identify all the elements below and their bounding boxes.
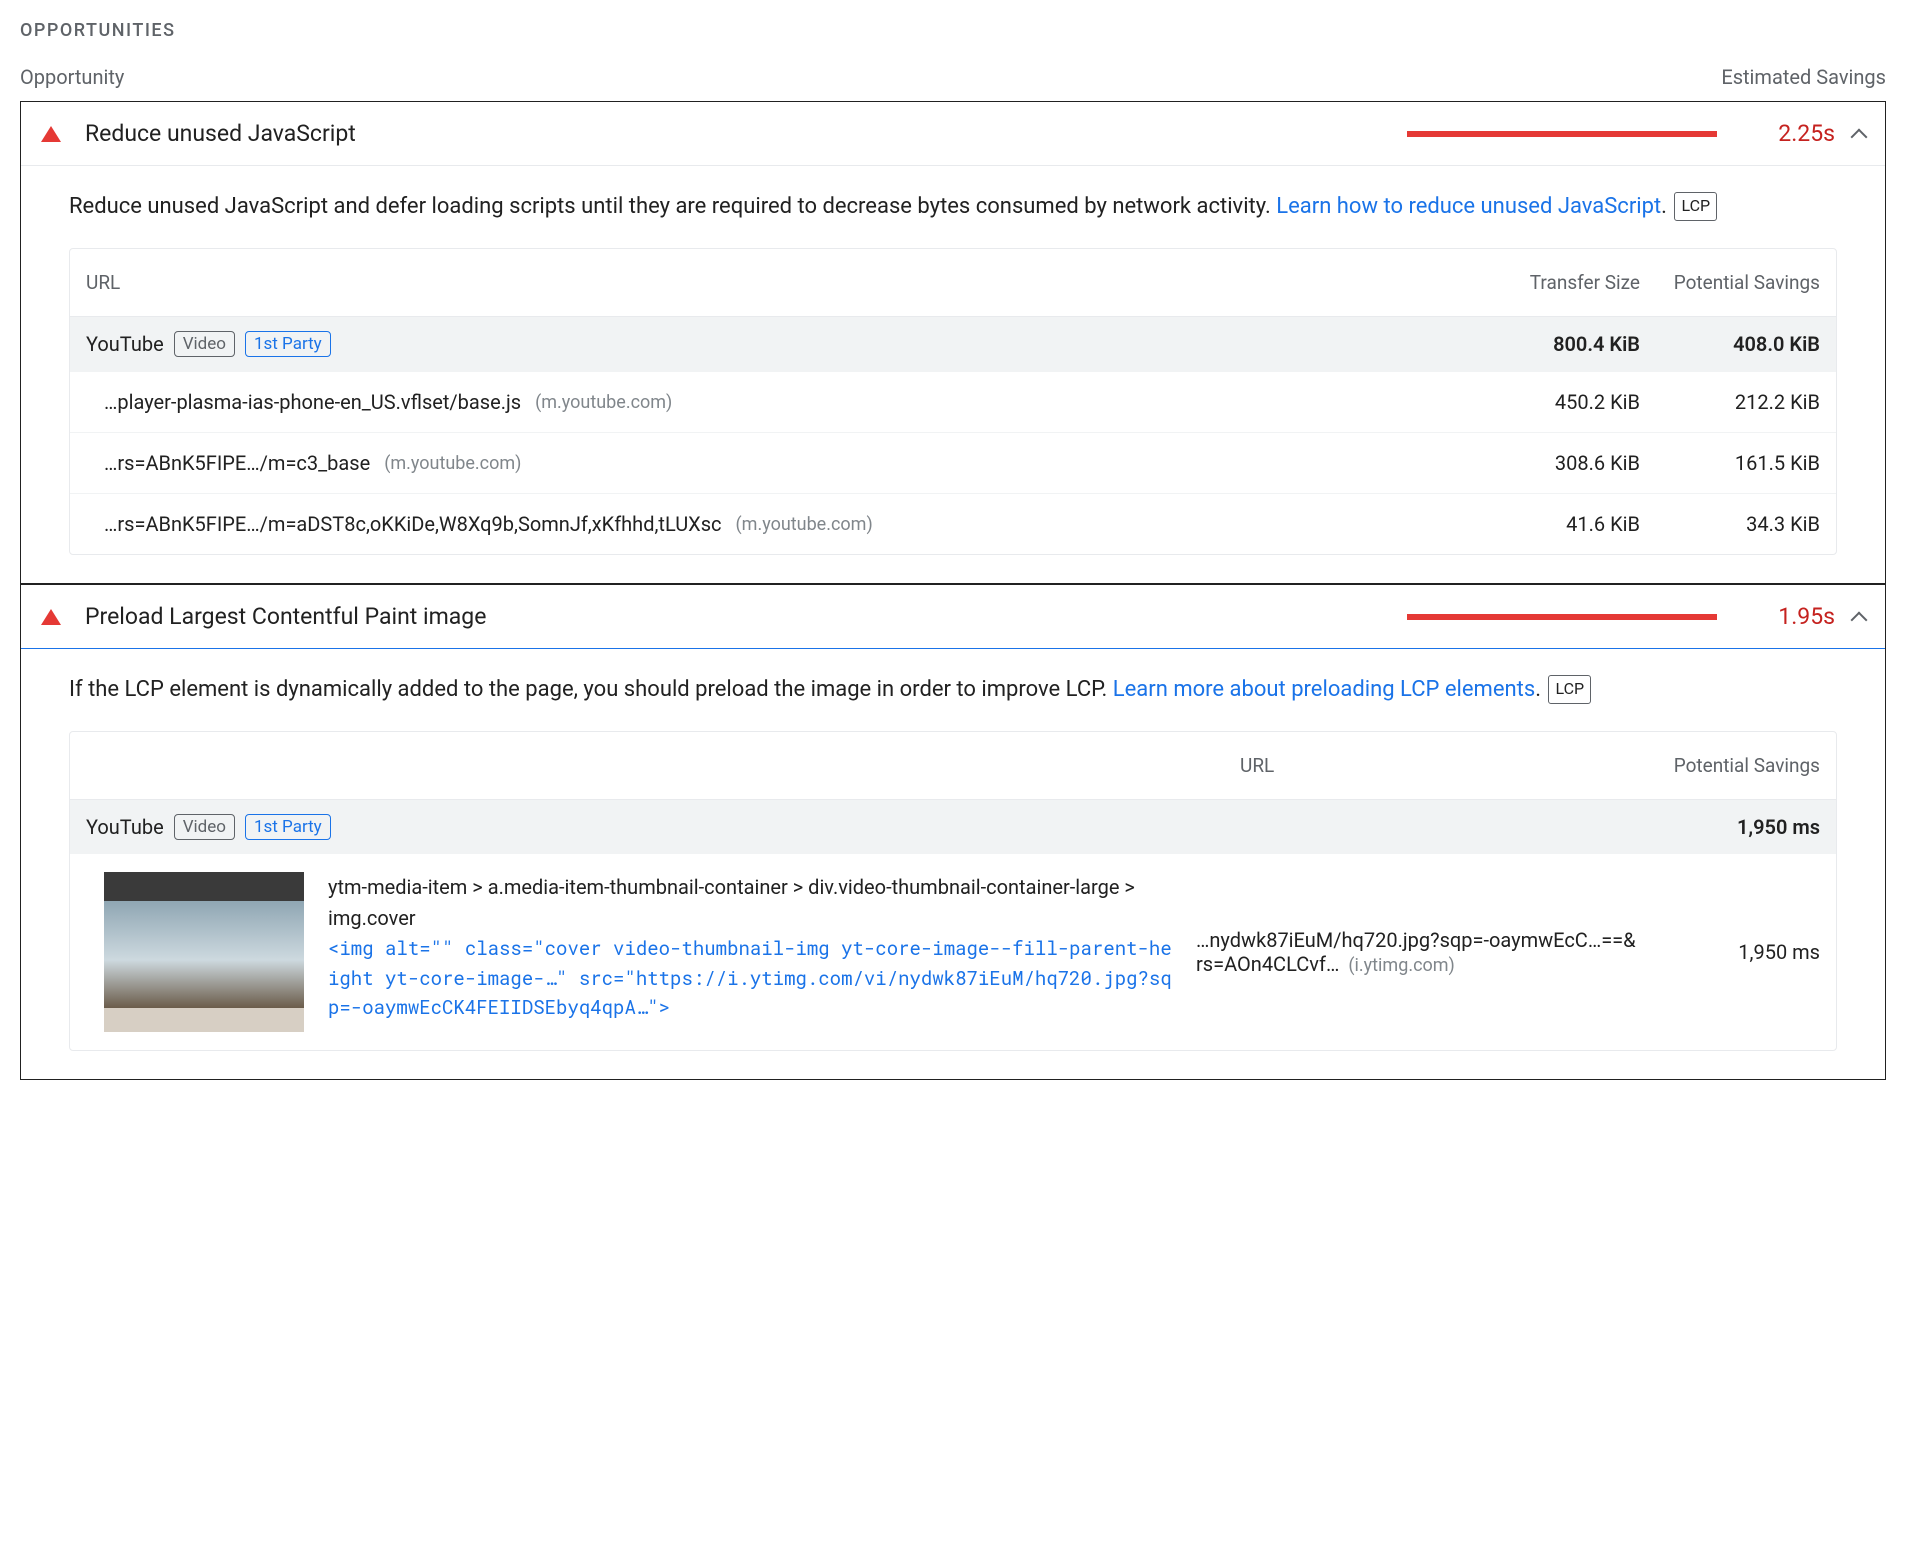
desc-suffix: . [1535, 677, 1541, 702]
url-origin: (m.youtube.com) [384, 453, 521, 474]
group-savings: 1,950 ms [1660, 815, 1820, 839]
opportunity-header[interactable]: Reduce unused JavaScript 2.25s [21, 102, 1885, 166]
opportunity-card-preload-lcp: Preload Largest Contentful Paint image 1… [20, 584, 1886, 1080]
group-transfer: 800.4 KiB [1480, 332, 1660, 356]
opportunity-description: Reduce unused JavaScript and defer loadi… [69, 190, 1837, 224]
url-path: …player-plasma-ias-phone-en_US.vflset/ba… [104, 390, 521, 414]
col-header-url: URL [86, 271, 1480, 294]
col-header-potential-savings: Potential Savings [1660, 271, 1820, 294]
lcp-badge: LCP [1548, 675, 1591, 704]
section-title: OPPORTUNITIES [20, 20, 1886, 41]
opportunity-body: If the LCP element is dynamically added … [21, 649, 1885, 1079]
url-path: …rs=ABnK5FIPE…/m=c3_base [104, 451, 370, 475]
details-table: URL Transfer Size Potential Savings YouT… [69, 248, 1837, 555]
potential-savings: 212.2 KiB [1660, 390, 1820, 414]
transfer-size: 308.6 KiB [1480, 451, 1660, 475]
table-row: …rs=ABnK5FIPE…/m=aDST8c,oKKiDe,W8Xq9b,So… [70, 493, 1836, 554]
col-header-savings: Estimated Savings [1721, 65, 1886, 89]
url-origin: (m.youtube.com) [736, 514, 873, 535]
url-path: …rs=ABnK5FIPE…/m=aDST8c,oKKiDe,W8Xq9b,So… [104, 512, 722, 536]
group-name: YouTube [86, 815, 164, 839]
first-party-chip: 1st Party [245, 331, 331, 357]
element-snippet: <img alt="" class="cover video-thumbnail… [328, 934, 1172, 1022]
learn-more-link[interactable]: Learn more about preloading LCP elements [1113, 677, 1535, 702]
table-header-row: Opportunity Estimated Savings [20, 65, 1886, 89]
group-row: YouTube Video 1st Party 1,950 ms [70, 800, 1836, 854]
potential-savings: 1,950 ms [1660, 940, 1820, 964]
details-table: URL Potential Savings YouTube Video 1st … [69, 731, 1837, 1051]
desc-text: Reduce unused JavaScript and defer loadi… [69, 194, 1276, 219]
warning-triangle-icon [41, 126, 61, 142]
element-selector: ytm-media-item > a.media-item-thumbnail-… [328, 872, 1172, 934]
desc-text: If the LCP element is dynamically added … [69, 677, 1113, 702]
chevron-up-icon [1851, 611, 1868, 628]
savings-bar [1407, 131, 1717, 137]
table-head: URL Transfer Size Potential Savings [70, 249, 1836, 317]
learn-more-link[interactable]: Learn how to reduce unused JavaScript [1276, 194, 1661, 219]
desc-suffix: . [1661, 194, 1667, 219]
opportunity-body: Reduce unused JavaScript and defer loadi… [21, 166, 1885, 583]
group-name: YouTube [86, 332, 164, 356]
potential-savings: 161.5 KiB [1660, 451, 1820, 475]
opportunity-header[interactable]: Preload Largest Contentful Paint image 1… [21, 585, 1885, 649]
col-header-opportunity: Opportunity [20, 65, 124, 89]
table-row: …player-plasma-ias-phone-en_US.vflset/ba… [70, 371, 1836, 432]
opportunity-title: Preload Largest Contentful Paint image [85, 603, 1407, 630]
col-header-potential-savings: Potential Savings [1660, 754, 1820, 777]
col-header-url: URL [1220, 754, 1660, 777]
resource-url: …nydwk87iEuM/hq720.jpg?sqp=-oaymwEcC…==&… [1196, 928, 1636, 976]
element-thumbnail [104, 872, 304, 1032]
table-row: …rs=ABnK5FIPE…/m=c3_base (m.youtube.com)… [70, 432, 1836, 493]
warning-triangle-icon [41, 609, 61, 625]
opportunity-card-reduce-unused-js: Reduce unused JavaScript 2.25s Reduce un… [20, 101, 1886, 584]
transfer-size: 450.2 KiB [1480, 390, 1660, 414]
lcp-badge: LCP [1674, 192, 1717, 221]
element-selector-block: ytm-media-item > a.media-item-thumbnail-… [328, 872, 1172, 1022]
opportunity-description: If the LCP element is dynamically added … [69, 673, 1837, 707]
group-savings: 408.0 KiB [1660, 332, 1820, 356]
transfer-size: 41.6 KiB [1480, 512, 1660, 536]
col-header-transfer: Transfer Size [1480, 271, 1660, 294]
savings-bar [1407, 614, 1717, 620]
video-chip: Video [174, 331, 235, 357]
table-row: ytm-media-item > a.media-item-thumbnail-… [70, 854, 1836, 1050]
table-head: URL Potential Savings [70, 732, 1836, 800]
savings-value: 2.25s [1765, 120, 1835, 147]
opportunity-title: Reduce unused JavaScript [85, 120, 1407, 147]
chevron-up-icon [1851, 128, 1868, 145]
url-origin: (m.youtube.com) [535, 392, 672, 413]
url-origin: (i.ytimg.com) [1348, 955, 1454, 976]
group-row: YouTube Video 1st Party 800.4 KiB 408.0 … [70, 317, 1836, 371]
first-party-chip: 1st Party [245, 814, 331, 840]
potential-savings: 34.3 KiB [1660, 512, 1820, 536]
video-chip: Video [174, 814, 235, 840]
savings-value: 1.95s [1765, 603, 1835, 630]
